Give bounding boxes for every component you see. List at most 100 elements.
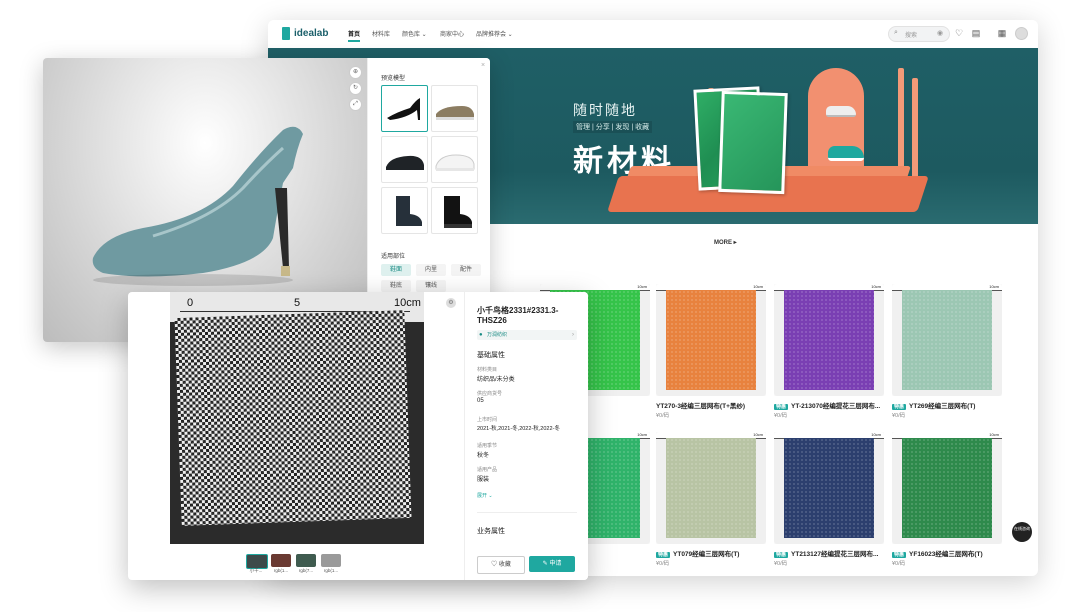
camera-icon[interactable]: ◉	[937, 29, 943, 37]
divider	[477, 512, 577, 513]
material-card-title: YT270-3经编三层网布(T+黑纱)	[656, 400, 766, 410]
material-price: ¥0/码	[892, 413, 906, 419]
material-card-title: 特惠 YT213127经编提花三层网布...	[774, 548, 884, 558]
chip-accessory[interactable]: 配件	[451, 264, 481, 276]
supplier-icon: ●	[479, 332, 483, 338]
field-value: 2021-秋,2021-冬,2022-秋,2022-冬	[477, 426, 560, 432]
sneaker-decor	[826, 106, 856, 117]
online-consult-label: 在线咨询	[1014, 526, 1030, 531]
field-value: 服装	[477, 477, 490, 483]
model-thumb-sneaker[interactable]	[431, 136, 478, 183]
color-swatch-label: rgb(7...	[298, 568, 314, 573]
supplier-badge[interactable]: ● 万润纺织 ›	[477, 330, 577, 340]
fabric-sample-decor	[718, 90, 788, 195]
field-label: 材料类目	[477, 367, 498, 373]
favorite-button[interactable]: ♡ 收藏	[477, 556, 525, 574]
search-input[interactable]: ⌕ 搜索 ◉	[888, 26, 950, 42]
nav-merchant-center[interactable]: 商家中心	[440, 29, 464, 38]
material-thumbnail: 10cm	[774, 284, 884, 396]
material-card[interactable]: 10cm 特惠 YF16023经编三层网布(T) ¥0/码	[892, 432, 1002, 567]
chevron-right-icon: ›	[572, 332, 574, 338]
field-label: 上市时间	[477, 417, 498, 423]
chip-lining[interactable]: 内里	[416, 264, 446, 276]
material-name: YT270-3经编三层网布(T+黑纱)	[656, 403, 746, 410]
fullscreen-icon[interactable]: ⤢	[349, 98, 362, 111]
apply-button[interactable]: ✎ 申请	[529, 556, 575, 572]
material-card[interactable]: 10cm 特惠 YT-213070经编提花三层网布... ¥0/码	[774, 284, 884, 419]
material-card[interactable]: 10cm 特惠 YT079经编三层网布(T) ¥0/码	[656, 432, 766, 567]
reset-view-icon[interactable]: ↻	[349, 82, 362, 95]
document-icon[interactable]: ▤	[971, 28, 981, 38]
material-photo[interactable]: 0 5 10cm	[170, 292, 424, 544]
fabric-swatch	[902, 290, 992, 390]
chip-sole[interactable]: 鞋底	[381, 280, 411, 292]
material-price: ¥0/码	[656, 413, 670, 419]
chip-stitching[interactable]: 镶线	[416, 280, 446, 292]
nav-colors[interactable]: 颜色库 ⌄	[402, 29, 427, 38]
site-logo[interactable]: idealab	[294, 28, 328, 39]
settings-icon[interactable]: ⚙	[446, 298, 456, 308]
field-label: 适用产品	[477, 467, 498, 473]
color-swatch[interactable]	[321, 554, 341, 567]
material-info-panel: 小千鸟格2331#2331.3-THSZ26 ● 万润纺织 › 基础属性 材料类…	[464, 292, 588, 580]
color-swatch[interactable]	[246, 554, 268, 569]
ruler-unit: 10cm	[753, 432, 763, 437]
promo-tag: 特惠	[656, 552, 671, 558]
promo-tag: 特惠	[774, 404, 789, 410]
fabric-swatch	[784, 438, 874, 538]
material-thumbnail: 10cm	[892, 284, 1002, 396]
heart-icon[interactable]: ♡	[954, 28, 964, 38]
material-card[interactable]: 10cm 特惠 YT269经编三层网布(T) ¥0/码	[892, 284, 1002, 419]
nav-home[interactable]: 首页	[348, 29, 361, 42]
ruler-mark-10cm: 10cm	[394, 297, 421, 309]
nav-brand-events[interactable]: 品牌推荐会 ⌄	[476, 29, 513, 38]
banner-title-1: 随时随地	[573, 102, 637, 118]
model-thumb-loafer[interactable]	[431, 85, 478, 132]
material-thumbnail: 10cm	[774, 432, 884, 544]
promo-tag: 特惠	[892, 404, 907, 410]
rotate-icon[interactable]: ⊕	[349, 66, 362, 79]
chip-upper[interactable]: 鞋面	[381, 264, 411, 276]
high-heel-3d-model	[92, 126, 303, 286]
expand-link[interactable]: 展开 ⌄	[477, 492, 493, 499]
model-thumb-pump[interactable]	[381, 85, 428, 132]
color-swatch[interactable]	[296, 554, 316, 567]
material-card-title: 特惠 YF16023经编三层网布(T)	[892, 548, 1002, 558]
field-value: 纺织品/未分类	[477, 377, 515, 383]
search-placeholder: 搜索	[905, 33, 918, 39]
model-thumb-oxford[interactable]	[381, 136, 428, 183]
field-value: 秋冬	[477, 453, 490, 459]
color-swatch[interactable]	[271, 554, 291, 567]
nav-materials[interactable]: 材料库	[372, 29, 390, 38]
material-name: YT-213070经编提花三层网布...	[791, 403, 881, 410]
ankle-boot-icon	[396, 196, 422, 226]
houndstooth-fabric	[174, 310, 412, 526]
loafer-shoe-icon	[436, 106, 474, 120]
ruler-unit: 10cm	[871, 432, 881, 437]
material-name: YF16023经编三层网布(T)	[909, 551, 983, 558]
model-thumb-combat-boot[interactable]	[431, 187, 478, 234]
field-label: 适用季节	[477, 443, 498, 449]
close-icon[interactable]: ×	[481, 62, 485, 69]
more-link[interactable]: MORE ▸	[714, 239, 737, 246]
logo-icon	[282, 27, 290, 40]
material-name: YT213127经编提花三层网布...	[791, 551, 879, 558]
model-thumb-ankle-boot[interactable]	[381, 187, 428, 234]
material-card[interactable]: 10cm 特惠 YT213127经编提花三层网布... ¥0/码	[774, 432, 884, 567]
material-price: ¥0/码	[892, 561, 906, 567]
avatar[interactable]	[1015, 27, 1028, 40]
material-price: ¥0/码	[774, 413, 788, 419]
material-thumbnail: 10cm	[656, 432, 766, 544]
oxford-shoe-icon	[386, 155, 424, 170]
ruler-mark-5: 5	[294, 297, 301, 309]
online-consult-button[interactable]: 在线咨询	[1012, 522, 1032, 542]
ruler-unit: 10cm	[989, 284, 999, 289]
material-price: ¥0/码	[656, 561, 670, 567]
material-card-title: 特惠 YT079经编三层网布(T)	[656, 548, 766, 558]
fabric-swatch	[666, 290, 756, 390]
material-card[interactable]: 10cm YT270-3经编三层网布(T+黑纱) ¥0/码	[656, 284, 766, 419]
fabric-swatch	[666, 438, 756, 538]
color-swatch-label: 小千...	[249, 568, 263, 573]
business-attributes-heading: 业务属性	[477, 528, 505, 535]
grid-apps-icon[interactable]: ▦	[997, 28, 1007, 38]
